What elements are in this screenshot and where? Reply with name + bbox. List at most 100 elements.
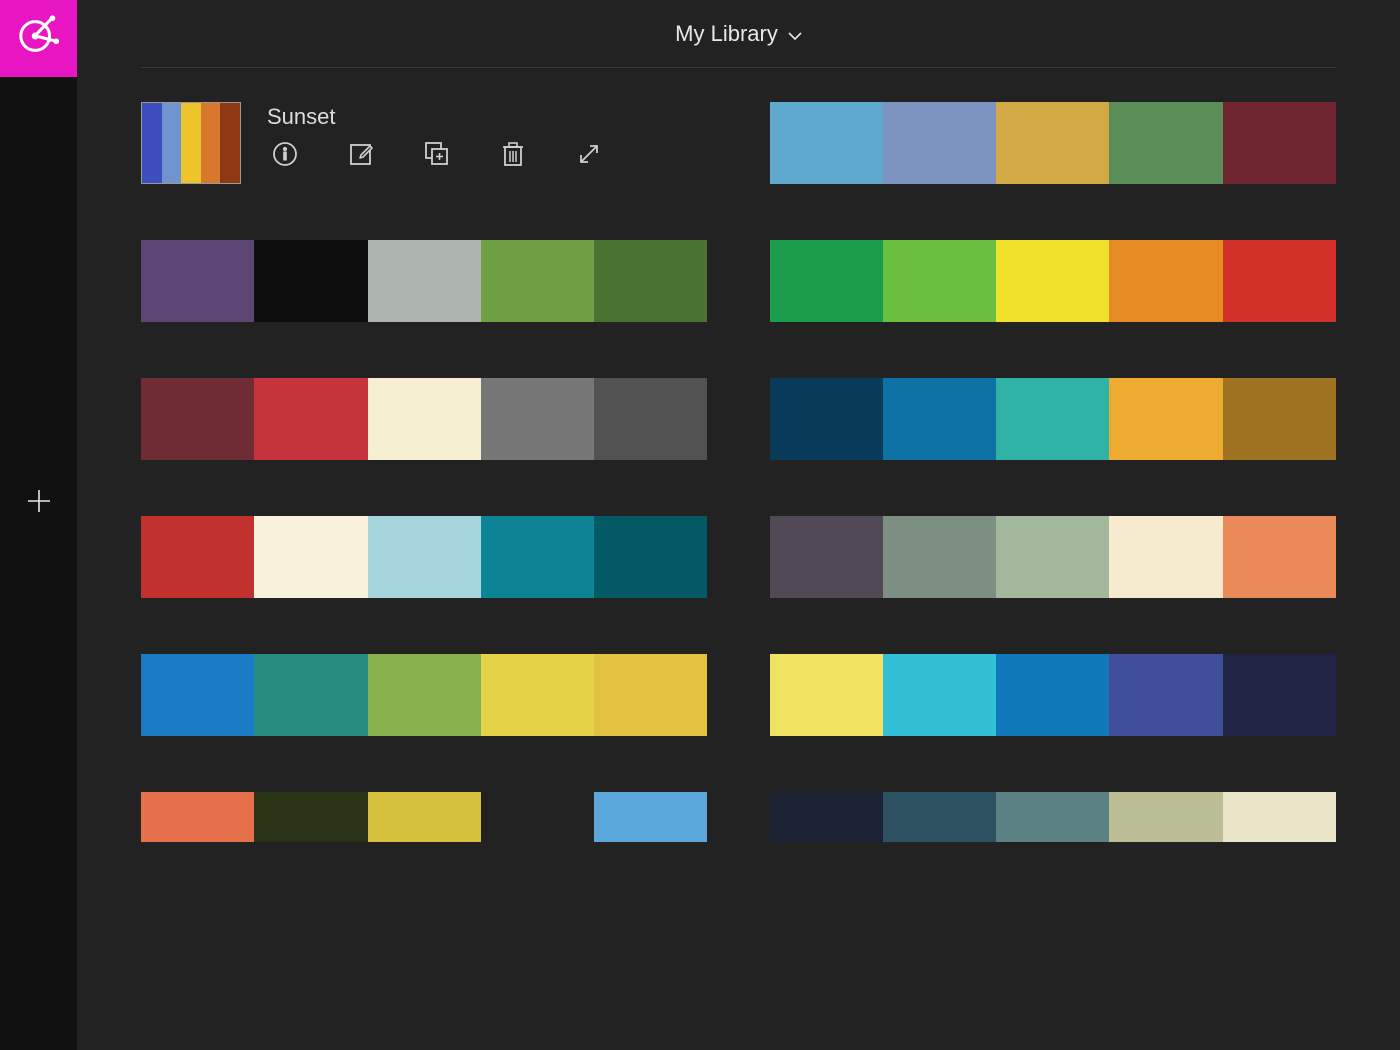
palette-item[interactable] — [770, 378, 1337, 460]
edit-icon — [348, 141, 374, 172]
swatch — [883, 792, 996, 842]
swatch — [883, 378, 996, 460]
swatch — [996, 516, 1109, 598]
selected-palette-actions — [267, 142, 603, 170]
swatch — [1109, 792, 1222, 842]
selected-palette-row: Sunset — [141, 102, 708, 184]
duplicate-icon — [423, 140, 451, 173]
palette-columns: Sunset — [141, 102, 1336, 842]
swatch — [1223, 792, 1336, 842]
chevron-down-icon — [788, 21, 802, 47]
palette-item[interactable] — [141, 654, 708, 736]
swatch — [770, 378, 883, 460]
swatch — [481, 516, 594, 598]
swatch — [481, 378, 594, 460]
swatch — [594, 516, 707, 598]
swatch — [181, 103, 201, 183]
swatch — [996, 654, 1109, 736]
swatch — [1109, 102, 1222, 184]
selected-palette-thumbnail[interactable] — [141, 102, 241, 184]
swatch — [996, 240, 1109, 322]
swatch — [1223, 516, 1336, 598]
swatch — [1223, 240, 1336, 322]
swatch — [770, 654, 883, 736]
sidebar — [0, 0, 77, 1050]
swatch — [883, 102, 996, 184]
app-logo-tile[interactable] — [0, 0, 77, 77]
info-icon — [272, 141, 298, 172]
swatch — [141, 378, 254, 460]
swatch — [201, 103, 221, 183]
palette-item[interactable] — [141, 378, 708, 460]
palette-item[interactable] — [770, 792, 1337, 842]
swatch — [594, 792, 707, 842]
swatch — [220, 103, 240, 183]
palette-item[interactable] — [141, 792, 708, 842]
main-panel: My Library Sunset — [77, 0, 1400, 1050]
swatch — [883, 240, 996, 322]
color-wheel-icon — [16, 13, 62, 64]
palette-item[interactable] — [770, 102, 1337, 184]
swatch — [141, 516, 254, 598]
swatch — [996, 792, 1109, 842]
swatch — [368, 792, 481, 842]
plus-icon — [26, 488, 52, 519]
swatch — [770, 240, 883, 322]
palette-item[interactable] — [770, 654, 1337, 736]
swatch — [142, 103, 162, 183]
library-label: My Library — [675, 21, 778, 47]
swatch — [996, 102, 1109, 184]
swatch — [254, 516, 367, 598]
swatch — [1223, 654, 1336, 736]
palette-item[interactable] — [141, 240, 708, 322]
expand-icon — [576, 141, 602, 172]
add-button[interactable] — [0, 465, 77, 542]
info-button[interactable] — [271, 142, 299, 170]
swatch — [254, 240, 367, 322]
palette-item[interactable] — [770, 240, 1337, 322]
delete-button[interactable] — [499, 142, 527, 170]
swatch — [770, 516, 883, 598]
edit-button[interactable] — [347, 142, 375, 170]
swatch — [141, 792, 254, 842]
swatch — [770, 102, 883, 184]
swatch — [996, 378, 1109, 460]
library-dropdown[interactable]: My Library — [675, 21, 802, 47]
swatch — [1109, 516, 1222, 598]
expand-button[interactable] — [575, 142, 603, 170]
swatch — [481, 240, 594, 322]
swatch — [368, 378, 481, 460]
swatch — [883, 516, 996, 598]
swatch — [368, 654, 481, 736]
header: My Library — [77, 0, 1400, 68]
content-area: Sunset — [77, 68, 1400, 1050]
duplicate-button[interactable] — [423, 142, 451, 170]
swatch — [770, 792, 883, 842]
selected-palette-meta: Sunset — [267, 102, 603, 170]
swatch — [162, 103, 182, 183]
swatch — [883, 654, 996, 736]
palette-column-right — [770, 102, 1337, 842]
palette-item[interactable] — [770, 516, 1337, 598]
swatch — [1223, 102, 1336, 184]
swatch — [368, 240, 481, 322]
swatch — [1109, 378, 1222, 460]
swatch — [368, 516, 481, 598]
swatch — [481, 792, 594, 842]
palette-item[interactable] — [141, 516, 708, 598]
swatch — [594, 240, 707, 322]
swatch — [594, 378, 707, 460]
selected-palette-name: Sunset — [267, 104, 603, 130]
swatch — [254, 792, 367, 842]
swatch — [1223, 378, 1336, 460]
trash-icon — [501, 140, 525, 173]
swatch — [141, 654, 254, 736]
swatch — [1109, 240, 1222, 322]
swatch — [254, 378, 367, 460]
swatch — [594, 654, 707, 736]
swatch — [141, 240, 254, 322]
swatch — [254, 654, 367, 736]
header-divider — [141, 67, 1336, 68]
palette-column-left: Sunset — [141, 102, 708, 842]
swatch — [1109, 654, 1222, 736]
